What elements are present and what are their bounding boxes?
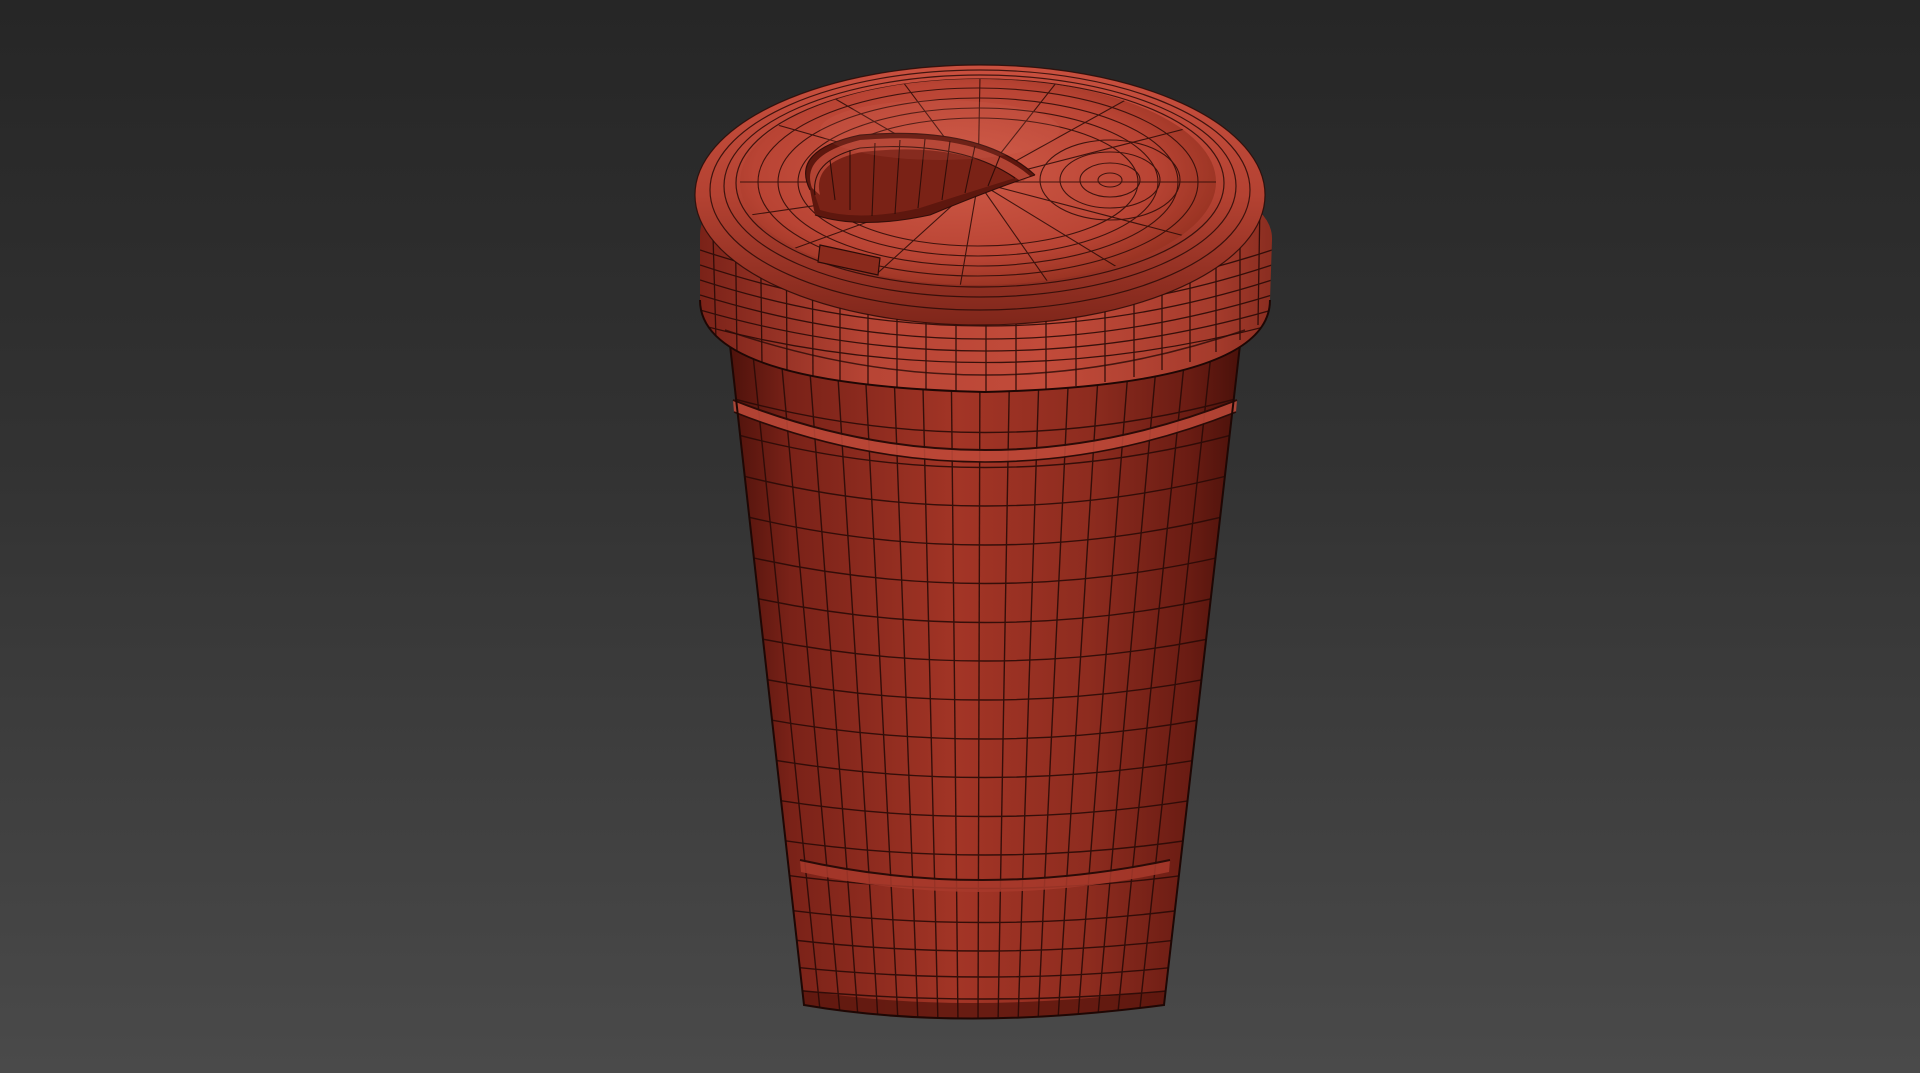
3d-viewport[interactable] (0, 0, 1920, 1073)
cup-model-render[interactable] (0, 0, 1920, 1073)
